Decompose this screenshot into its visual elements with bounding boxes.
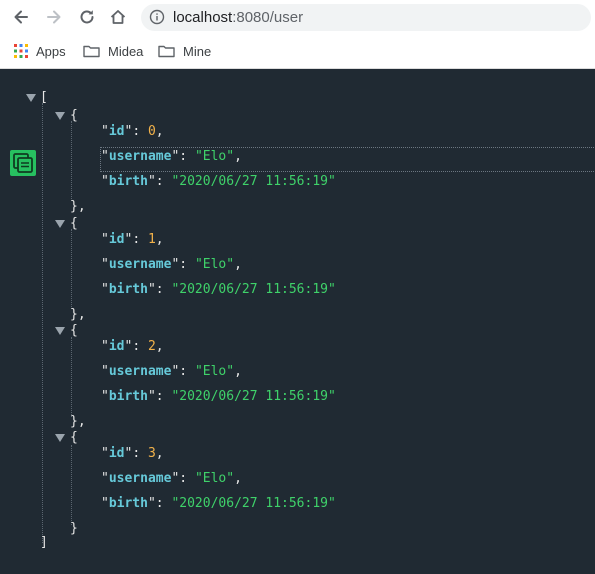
bookmarks-bar: Apps Midea Mine	[0, 38, 595, 64]
object-close-brace: },	[70, 199, 86, 214]
forward-button[interactable]	[43, 6, 65, 28]
json-string: Elo	[202, 471, 227, 486]
json-key: username	[108, 364, 172, 379]
copy-button[interactable]	[10, 150, 36, 176]
array-close-bracket: ]	[40, 535, 48, 550]
json-key: birth	[108, 282, 148, 297]
object-open-brace: {	[70, 108, 78, 123]
json-row-id[interactable]: "id": 3,	[101, 445, 164, 463]
json-row-id[interactable]: "id": 0,	[101, 123, 164, 141]
json-string: Elo	[202, 257, 227, 272]
json-key: username	[108, 257, 172, 272]
url-path: :8080/user	[232, 9, 304, 26]
json-row-username[interactable]: "username": "Elo",	[101, 148, 242, 166]
json-key: birth	[108, 174, 148, 189]
collapse-toggle-icon[interactable]	[55, 112, 65, 120]
indent-guide	[71, 229, 72, 309]
indent-guide	[42, 103, 43, 543]
collapse-toggle-icon[interactable]	[26, 94, 36, 102]
json-key: id	[108, 446, 125, 461]
json-row-id[interactable]: "id": 2,	[101, 338, 164, 356]
json-key: username	[108, 149, 172, 164]
json-number: 2	[147, 339, 156, 354]
json-row-birth[interactable]: "birth": "2020/06/27 11:56:19"	[101, 495, 336, 513]
bookmark-label: Apps	[36, 43, 66, 59]
forward-arrow-icon	[47, 10, 61, 24]
json-row-username[interactable]: "username": "Elo",	[101, 256, 242, 274]
json-string: Elo	[202, 364, 227, 379]
json-key: username	[108, 471, 172, 486]
json-string: 2020/06/27 11:56:19	[179, 282, 328, 297]
indent-guide	[71, 445, 72, 525]
json-string: Elo	[202, 149, 227, 164]
json-string: 2020/06/27 11:56:19	[179, 389, 328, 404]
bookmark-label: Mine	[183, 43, 212, 59]
json-number: 0	[147, 124, 156, 139]
address-bar[interactable]: localhost:8080/user	[141, 4, 591, 31]
indent-guide	[71, 121, 72, 201]
home-icon	[110, 10, 126, 24]
bookmark-label: Midea	[108, 43, 144, 59]
json-string: 2020/06/27 11:56:19	[179, 496, 328, 511]
array-open-bracket: [	[40, 90, 48, 105]
url-host: localhost	[173, 9, 233, 26]
json-string: 2020/06/27 11:56:19	[179, 174, 328, 189]
json-row-birth[interactable]: "birth": "2020/06/27 11:56:19"	[101, 173, 336, 191]
info-icon[interactable]	[149, 9, 165, 25]
object-close-brace: }	[70, 521, 78, 536]
json-row-username[interactable]: "username": "Elo",	[101, 470, 242, 488]
folder-icon	[83, 44, 100, 58]
reload-button[interactable]	[76, 6, 98, 28]
json-number: 3	[147, 446, 156, 461]
back-arrow-icon	[14, 10, 28, 24]
json-viewer: [ { "id": 0, "username": "Elo", "birth": "2…	[0, 69, 595, 574]
indent-guide	[71, 337, 72, 417]
json-key: id	[108, 232, 125, 247]
collapse-toggle-icon[interactable]	[55, 327, 65, 335]
object-open-brace: {	[70, 430, 78, 445]
json-number: 1	[147, 232, 156, 247]
json-row-id[interactable]: "id": 1,	[101, 231, 164, 249]
copy-icon	[13, 153, 33, 173]
collapse-toggle-icon[interactable]	[55, 434, 65, 442]
browser-toolbar: localhost:8080/user Apps Midea Mine	[0, 0, 595, 69]
json-key: birth	[108, 496, 148, 511]
reload-icon	[80, 10, 94, 24]
back-button[interactable]	[10, 6, 32, 28]
url-text[interactable]: localhost:8080/user	[173, 8, 303, 27]
home-button[interactable]	[107, 6, 129, 28]
object-open-brace: {	[70, 323, 78, 338]
object-open-brace: {	[70, 216, 78, 231]
bookmark-apps[interactable]: Apps	[14, 42, 66, 60]
folder-icon	[158, 44, 175, 58]
json-row-username[interactable]: "username": "Elo",	[101, 363, 242, 381]
bookmark-midea[interactable]: Midea	[83, 42, 143, 60]
bookmark-mine[interactable]: Mine	[158, 42, 211, 60]
json-key: birth	[108, 389, 148, 404]
json-row-birth[interactable]: "birth": "2020/06/27 11:56:19"	[101, 281, 336, 299]
json-key: id	[108, 339, 125, 354]
json-key: id	[108, 124, 125, 139]
collapse-toggle-icon[interactable]	[55, 220, 65, 228]
apps-grid-icon	[14, 44, 28, 58]
json-row-birth[interactable]: "birth": "2020/06/27 11:56:19"	[101, 388, 336, 406]
